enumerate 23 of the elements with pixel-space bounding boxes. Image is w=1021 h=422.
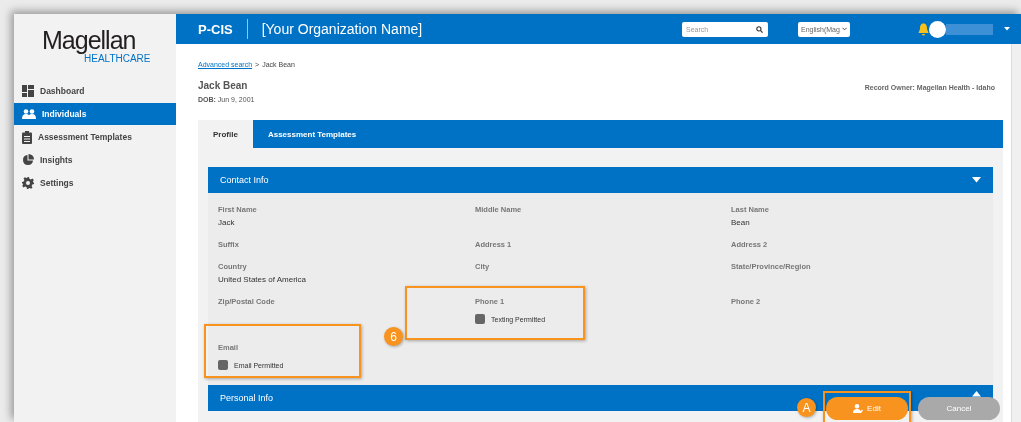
sidebar-item-label: Assessment Templates: [38, 132, 132, 142]
section-title: Personal Info: [220, 393, 274, 403]
sidebar-item-label: Settings: [40, 178, 74, 188]
field-value: Jack: [218, 218, 236, 227]
field-value: United States of America: [218, 275, 308, 284]
sidebar-item[interactable]: Dashboard: [14, 80, 176, 102]
section-title: Contact Info: [220, 175, 269, 185]
sidebar-item[interactable]: Individuals: [14, 103, 176, 125]
tab[interactable]: Profile: [198, 120, 253, 148]
sidebar-item-label: Individuals: [42, 109, 87, 119]
logo-tagline: HEALTHCARE: [84, 53, 151, 64]
sidebar-item[interactable]: Insights: [14, 149, 176, 171]
sidebar-item[interactable]: Settings: [14, 172, 176, 194]
sidebar-item-label: Insights: [40, 155, 73, 165]
section-header[interactable]: Contact Info: [208, 167, 993, 193]
app-name: P-CIS: [198, 21, 233, 37]
step-badge: 6: [384, 327, 403, 346]
field-value: Bean: [731, 218, 751, 227]
person-name: Jack Bean: [198, 80, 248, 91]
sidebar-item[interactable]: Assessment Templates: [14, 126, 176, 148]
sidebar-item-label: Dashboard: [40, 86, 85, 96]
logo-name: Magellan: [42, 28, 136, 53]
organization-name: [Your Organization Name]: [261, 21, 423, 37]
